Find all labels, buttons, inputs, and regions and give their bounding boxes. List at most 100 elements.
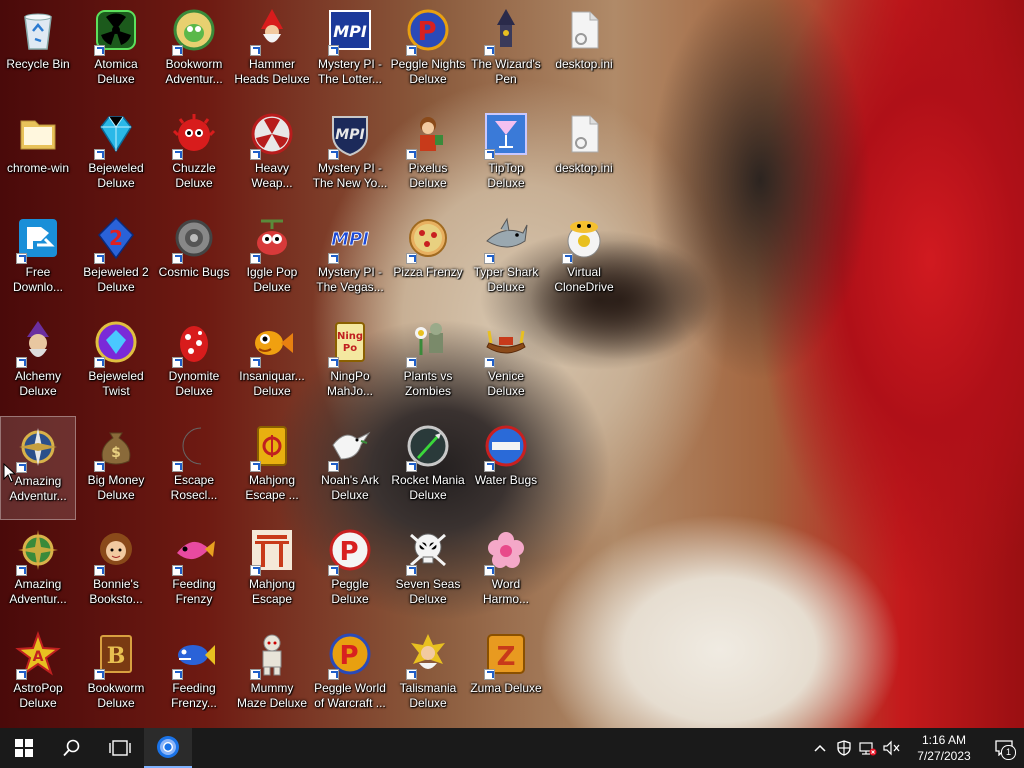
desktop-icon[interactable]: Bejeweled Deluxe [78, 104, 154, 208]
recycle-bin-icon [14, 6, 62, 54]
taskbar-chrome-button[interactable] [144, 728, 192, 768]
svg-text:P: P [339, 641, 358, 671]
desktop-icon[interactable]: Escape Rosecl... [156, 416, 232, 520]
shortcut-arrow-icon [172, 149, 183, 160]
desktop-icon[interactable]: MPI Mystery PI - The Vegas... [312, 208, 388, 312]
desktop-icon[interactable]: Hammer Heads Deluxe [234, 0, 310, 104]
desktop-icon[interactable]: MPI Mystery PI - The Lotter... [312, 0, 388, 104]
network-tray-button[interactable] [856, 728, 880, 768]
shortcut-arrow-icon [328, 461, 339, 472]
peggle-icon: P [326, 526, 374, 576]
svg-text:$: $ [111, 445, 121, 461]
skull-icon [404, 526, 452, 576]
desktop-icon[interactable]: Water Bugs [468, 416, 544, 520]
desktop-icon[interactable]: Z Zuma Deluxe [468, 624, 544, 728]
shortcut-arrow-icon [16, 565, 27, 576]
rocket-icon [404, 422, 452, 472]
desktop-icon-label: Venice Deluxe [487, 369, 525, 398]
pixelus-icon [404, 110, 452, 160]
desktop-icon-label: Peggle Deluxe [331, 577, 369, 606]
desktop-icon-label: Mahjong Escape ... [245, 473, 299, 502]
search-button[interactable] [48, 728, 96, 768]
search-icon [63, 739, 80, 757]
desktop-icon[interactable]: MPI Mystery PI - The New Yo... [312, 104, 388, 208]
desktop-icon[interactable]: Chuzzle Deluxe [156, 104, 232, 208]
desktop-icon-label: Peggle World of Warcraft ... [314, 681, 386, 710]
svg-text:P: P [417, 17, 436, 47]
desktop-icon[interactable]: Heavy Weap... [234, 104, 310, 208]
desktop-icon[interactable]: TipTop Deluxe [468, 104, 544, 208]
shortcut-arrow-icon [328, 669, 339, 680]
start-button[interactable] [0, 728, 48, 768]
desktop-icon[interactable]: desktop.ini [546, 0, 622, 104]
desktop-icon[interactable]: Cosmic Bugs [156, 208, 232, 312]
desktop-icon-label: Amazing Adventur... [9, 577, 67, 606]
desktop-icon[interactable]: Venice Deluxe [468, 312, 544, 416]
mystery-pi-shield-icon: MPI [326, 110, 374, 160]
desktop-icon[interactable]: $ Big Money Deluxe [78, 416, 154, 520]
desktop-icon[interactable]: Feeding Frenzy Deluxe [156, 520, 232, 624]
desktop-icon[interactable]: Atomica Deluxe [78, 0, 154, 104]
desktop-icon[interactable]: Talismania Deluxe [390, 624, 466, 728]
desktop-icon[interactable]: P Peggle Deluxe [312, 520, 388, 624]
desktop-icon[interactable]: Seven Seas Deluxe [390, 520, 466, 624]
desktop-icon[interactable]: Plants vs Zombies [390, 312, 466, 416]
desktop-icon-label: Feeding Frenzy... [171, 681, 217, 710]
system-tray: 1:16 AM 7/27/2023 1 [808, 728, 1024, 768]
desktop-icon[interactable]: Feeding Frenzy... [156, 624, 232, 728]
desktop-icon[interactable]: Mahjong Escape Anci... [234, 520, 310, 624]
desktop-icon[interactable]: The Wizard's Pen [468, 0, 544, 104]
show-hidden-icons-button[interactable] [808, 728, 832, 768]
desktop-icon[interactable]: 2 Bejeweled 2 Deluxe [78, 208, 154, 312]
desktop-icon[interactable]: Mahjong Escape ... [234, 416, 310, 520]
desktop-icon[interactable]: Bookworm Adventur... [156, 0, 232, 104]
desktop-icon[interactable]: Mummy Maze Deluxe [234, 624, 310, 728]
desktop-icon[interactable]: desktop.ini [546, 104, 622, 208]
desktop-icon[interactable]: Amazing Adventur... [0, 520, 76, 624]
action-center-button[interactable]: 1 [984, 728, 1024, 768]
desktop-icon[interactable]: Typer Shark Deluxe [468, 208, 544, 312]
desktop-icon-label: Noah's Ark Deluxe [321, 473, 379, 502]
taskbar: 1:16 AM 7/27/2023 1 [0, 728, 1024, 768]
shortcut-arrow-icon [562, 253, 573, 264]
desktop-icon[interactable]: B Bookworm Deluxe [78, 624, 154, 728]
desktop-icon[interactable]: Rocket Mania Deluxe [390, 416, 466, 520]
svg-text:Ning: Ning [337, 331, 363, 342]
desktop-icon[interactable]: Word Harmo... [468, 520, 544, 624]
desktop-icon-label: Mummy Maze Deluxe [236, 681, 308, 710]
desktop-icon[interactable]: Pixelus Deluxe [390, 104, 466, 208]
desktop-icon[interactable]: Insaniquar... Deluxe [234, 312, 310, 416]
bonnie-icon [92, 526, 140, 576]
clock[interactable]: 1:16 AM 7/27/2023 [904, 732, 984, 764]
desktop-icon-label: Recycle Bin [6, 57, 70, 71]
volume-tray-button[interactable] [880, 728, 904, 768]
desktop-icon[interactable]: Pizza Frenzy [390, 208, 466, 312]
desktop-icon[interactable]: Free Downlo... [0, 208, 76, 312]
shortcut-arrow-icon [250, 461, 261, 472]
desktop-icon-label: Mystery PI - The New Yo... [312, 161, 388, 190]
desktop-icon[interactable]: P Peggle World of Warcraft ... [312, 624, 388, 728]
desktop-icon-label: Cosmic Bugs [158, 265, 230, 279]
shortcut-arrow-icon [406, 669, 417, 680]
heavy-weapon-icon [248, 110, 296, 160]
desktop-icon[interactable]: P Peggle Nights Deluxe [390, 0, 466, 104]
desktop-icon[interactable]: Iggle Pop Deluxe [234, 208, 310, 312]
task-view-button[interactable] [96, 728, 144, 768]
desktop-icon[interactable]: Bonnie's Booksto... [78, 520, 154, 624]
desktop-icon[interactable]: A AstroPop Deluxe [0, 624, 76, 728]
desktop-icon[interactable]: Virtual CloneDrive [546, 208, 622, 312]
desktop-icon[interactable]: Dynomite Deluxe [156, 312, 232, 416]
desktop-icon[interactable]: chrome-win [0, 104, 76, 208]
desktop-icon[interactable]: Noah's Ark Deluxe [312, 416, 388, 520]
plants-vs-zombies-icon [404, 318, 452, 368]
security-tray-button[interactable] [832, 728, 856, 768]
desktop-icon[interactable]: Bejeweled Twist [78, 312, 154, 416]
shortcut-arrow-icon [484, 461, 495, 472]
file-icon [560, 6, 608, 54]
desktop-icon[interactable]: Recycle Bin [0, 0, 76, 104]
svg-text:MPI: MPI [331, 229, 369, 250]
desktop-icon[interactable]: Ning Po NingPo MahJo... [312, 312, 388, 416]
desktop-icon[interactable]: Alchemy Deluxe [0, 312, 76, 416]
desktop[interactable]: Recycle Bin chrome-win Free Downlo... Alche… [0, 0, 1024, 728]
svg-text:B: B [107, 643, 126, 669]
